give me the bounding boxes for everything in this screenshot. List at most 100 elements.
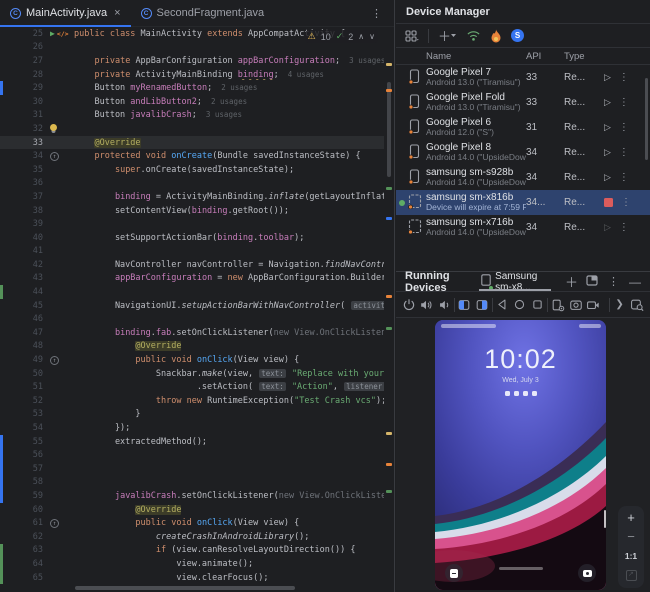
- code-line-40[interactable]: 40 setSupportActionBar(binding.toolbar);: [0, 231, 384, 245]
- stripe-mark[interactable]: [386, 327, 392, 330]
- stripe-mark[interactable]: [386, 89, 392, 92]
- column-api[interactable]: API: [526, 51, 564, 62]
- device-options-kebab-icon[interactable]: ⋮: [619, 147, 629, 158]
- code-line-59[interactable]: 59 javalibCrash.setOnClickListener(new V…: [0, 489, 384, 503]
- start-device-icon[interactable]: ▷: [604, 97, 611, 108]
- code-editor[interactable]: 25▶</>public class MainActivity extends …: [0, 27, 384, 592]
- volume-down-icon[interactable]: [436, 296, 452, 314]
- hide-panel-icon[interactable]: —: [629, 275, 641, 289]
- device-options-kebab-icon[interactable]: ⋮: [619, 222, 629, 233]
- tab-mainactivity[interactable]: C MainActivity.java ×: [0, 0, 131, 26]
- inspections-widget[interactable]: ⚠ 10 ✓ 2 ∧ ∨: [305, 30, 378, 43]
- code-line-42[interactable]: 42 NavController navController = Navigat…: [0, 258, 384, 272]
- code-line-54[interactable]: 54 });: [0, 421, 384, 435]
- power-icon[interactable]: [401, 296, 417, 314]
- device-row-samsung-sm-s928b[interactable]: samsung sm-s928bAndroid 14.0 ("UpsideDow…: [396, 165, 650, 190]
- code-line-53[interactable]: 53 }: [0, 408, 384, 422]
- zoom-out-button[interactable]: −: [627, 532, 635, 542]
- firebase-icon[interactable]: [490, 29, 502, 43]
- code-line-43[interactable]: 43 appBarConfiguration = new AppBarConfi…: [0, 272, 384, 286]
- intention-bulb-icon[interactable]: [50, 124, 57, 131]
- code-line-44[interactable]: 44: [0, 285, 384, 299]
- code-line-58[interactable]: 58: [0, 476, 384, 490]
- code-line-30[interactable]: 30 Button andLibButton2; 2 usages: [0, 95, 384, 109]
- code-line-27[interactable]: 27 private AppBarConfiguration appBarCon…: [0, 54, 384, 68]
- vertical-scrollbar[interactable]: [387, 82, 391, 177]
- stripe-mark[interactable]: [386, 217, 392, 220]
- start-device-icon[interactable]: ▷: [604, 122, 611, 133]
- column-type[interactable]: Type: [564, 51, 604, 62]
- code-line-60[interactable]: 60 @Override: [0, 503, 384, 517]
- zoom-to-fit-icon[interactable]: [626, 570, 637, 581]
- prev-issue-icon[interactable]: ∧: [358, 32, 364, 41]
- device-row-samsung-sm-x716b[interactable]: samsung sm-x716bAndroid 14.0 ("UpsideDow…: [396, 215, 650, 240]
- rotate-right-icon[interactable]: [474, 296, 490, 314]
- device-list-scrollbar[interactable]: [645, 78, 648, 160]
- code-line-46[interactable]: 46: [0, 312, 384, 326]
- code-line-32[interactable]: 32: [0, 122, 384, 136]
- device-row-google-pixel-fold[interactable]: Google Pixel FoldAndroid 13.0 ("Tiramisu…: [396, 90, 650, 115]
- code-line-35[interactable]: 35 super.onCreate(savedInstanceState);: [0, 163, 384, 177]
- device-options-kebab-icon[interactable]: ⋮: [621, 197, 631, 208]
- zoom-in-button[interactable]: +: [627, 513, 635, 523]
- stripe-mark[interactable]: [386, 463, 392, 466]
- device-row-samsung-sm-x816b[interactable]: samsung sm-x816bDevice will expire at 7:…: [396, 190, 650, 215]
- code-line-39[interactable]: 39: [0, 217, 384, 231]
- code-line-48[interactable]: 48 @Override: [0, 340, 384, 354]
- stripe-mark[interactable]: [386, 490, 392, 493]
- float-window-icon[interactable]: [586, 273, 598, 291]
- device-options-kebab-icon[interactable]: ⋮: [619, 122, 629, 133]
- code-line-38[interactable]: 38 setContentView(binding.getRoot());: [0, 204, 384, 218]
- code-line-62[interactable]: 62 createCrashInAndroidLibrary();: [0, 530, 384, 544]
- code-line-37[interactable]: 37 binding = ActivityMainBinding.inflate…: [0, 190, 384, 204]
- home-icon[interactable]: [512, 296, 528, 314]
- device-screen[interactable]: 10:02 Wed, July 3: [435, 320, 606, 590]
- device-row-google-pixel-7[interactable]: Google Pixel 7Android 13.0 ("Tiramisu")3…: [396, 65, 650, 90]
- phone-shortcut-icon[interactable]: [445, 564, 463, 582]
- code-line-45[interactable]: 45 NavigationUI.setupActionBarWithNavCon…: [0, 299, 384, 313]
- stripe-mark[interactable]: [386, 63, 392, 66]
- camera-shortcut-icon[interactable]: [578, 564, 596, 582]
- stripe-mark[interactable]: [386, 432, 392, 435]
- horizontal-scrollbar[interactable]: [75, 586, 295, 590]
- close-tab-icon[interactable]: ×: [114, 7, 120, 19]
- stop-device-icon[interactable]: [604, 198, 613, 207]
- code-line-28[interactable]: 28 private ActivityMainBinding binding; …: [0, 68, 384, 82]
- start-device-icon[interactable]: ▷: [604, 222, 611, 233]
- code-line-63[interactable]: 63 if (view.canResolveLayoutDirection())…: [0, 544, 384, 558]
- running-device-tab[interactable]: Samsung sm-x8...: [477, 272, 553, 291]
- samsung-remote-icon[interactable]: S: [511, 29, 524, 42]
- code-changed-icon[interactable]: </>: [57, 30, 69, 38]
- code-line-57[interactable]: 57: [0, 462, 384, 476]
- code-line-56[interactable]: 56: [0, 448, 384, 462]
- group-devices-icon[interactable]: [405, 30, 419, 42]
- code-line-55[interactable]: 55 extractedMethod();: [0, 435, 384, 449]
- add-tab-icon[interactable]: ＋: [565, 272, 578, 291]
- start-device-icon[interactable]: ▷: [604, 172, 611, 183]
- code-line-65[interactable]: 65 view.clearFocus();: [0, 571, 384, 585]
- stripe-mark[interactable]: [386, 295, 392, 298]
- overriding-method-icon[interactable]: ↑: [50, 519, 59, 528]
- code-line-51[interactable]: 51 .setAction( text: "Action", listener:…: [0, 380, 384, 394]
- options-kebab-icon[interactable]: ⋮: [608, 275, 619, 288]
- screenshot-icon[interactable]: [568, 296, 584, 314]
- error-stripe[interactable]: [384, 27, 394, 592]
- device-options-kebab-icon[interactable]: ⋮: [619, 97, 629, 108]
- overriding-method-icon[interactable]: ↑: [50, 152, 59, 161]
- code-line-50[interactable]: 50 Snackbar.make(view, text: "Replace wi…: [0, 367, 384, 381]
- code-line-29[interactable]: 29 Button myRenamedButton; 2 usages: [0, 81, 384, 95]
- code-line-49[interactable]: 49↑ public void onClick(View view) {: [0, 353, 384, 367]
- start-device-icon[interactable]: ▷: [604, 72, 611, 83]
- code-line-33[interactable]: 33 @Override: [0, 136, 384, 150]
- next-issue-icon[interactable]: ∨: [369, 32, 375, 41]
- add-device-icon[interactable]: ＋: [438, 26, 457, 45]
- rotate-left-icon[interactable]: [457, 296, 473, 314]
- start-device-icon[interactable]: ▷: [604, 147, 611, 158]
- stripe-mark[interactable]: [386, 187, 392, 190]
- code-line-64[interactable]: 64 view.animate();: [0, 557, 384, 571]
- device-settings-icon[interactable]: [629, 296, 645, 314]
- fold-posture-icon[interactable]: [550, 296, 566, 314]
- device-row-google-pixel-8[interactable]: Google Pixel 8Android 14.0 ("UpsideDownC…: [396, 140, 650, 165]
- more-chevron-icon[interactable]: ❯: [612, 296, 628, 314]
- volume-up-icon[interactable]: [419, 296, 435, 314]
